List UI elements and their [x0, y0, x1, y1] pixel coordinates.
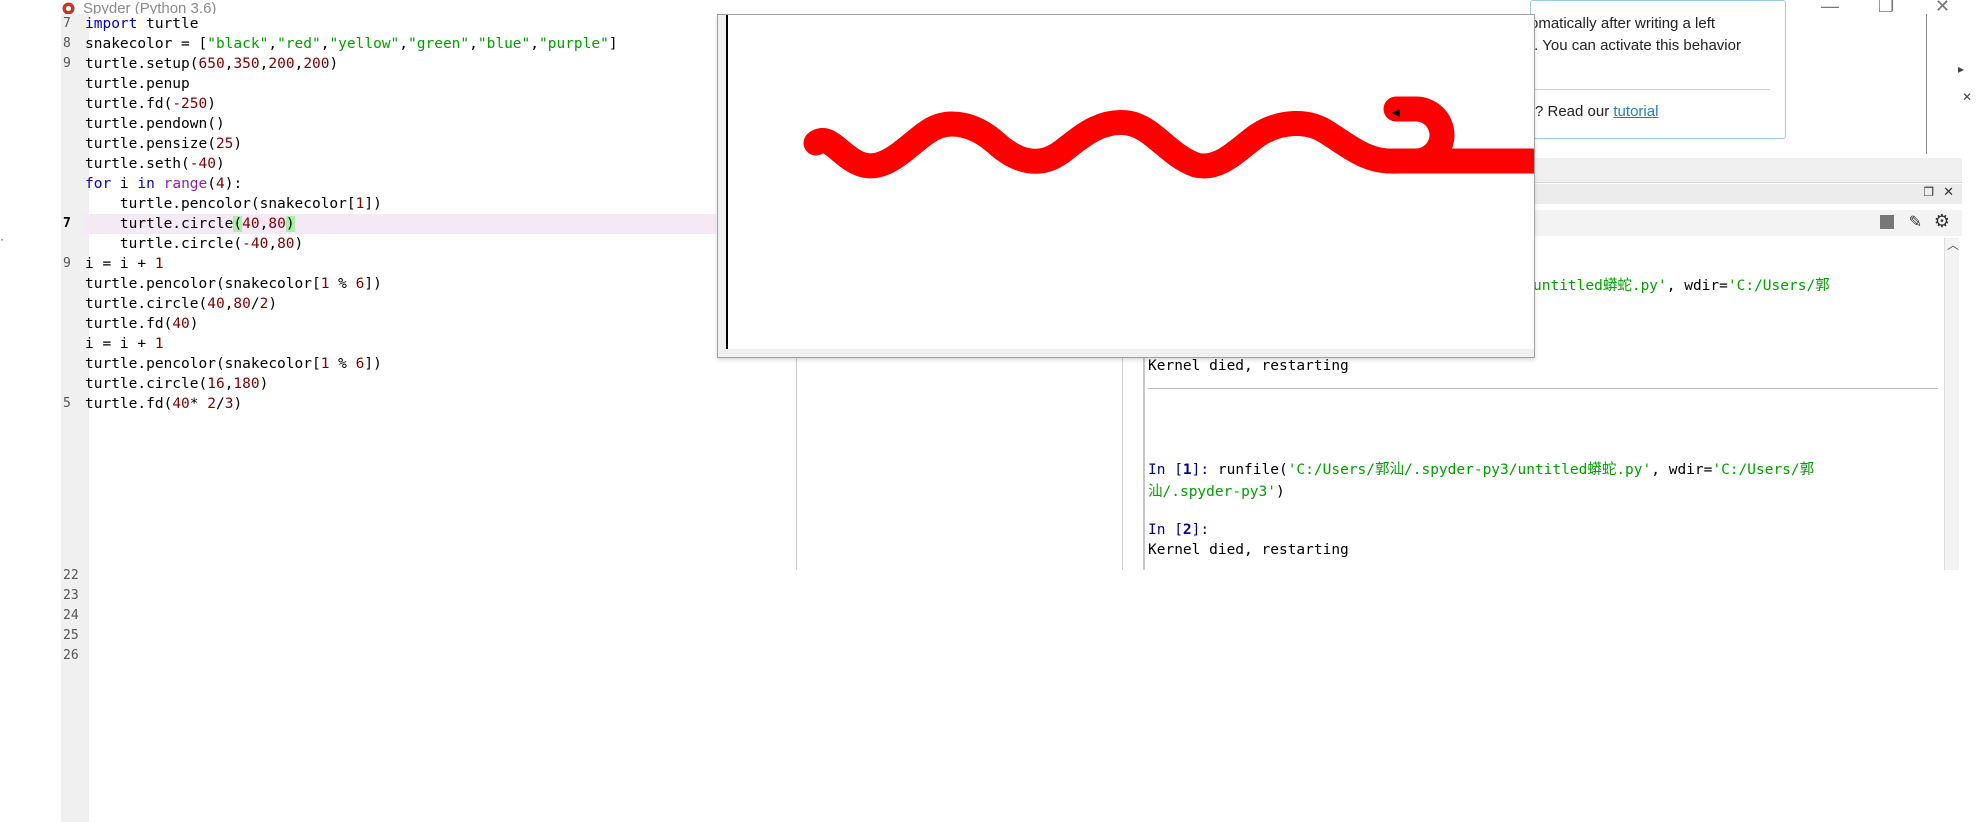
- restore-icon[interactable]: ❐: [1878, 0, 1894, 17]
- line-number: 5: [63, 396, 71, 411]
- console-line: In [2]:: [1148, 522, 1210, 538]
- code-line[interactable]: turtle.pencolor(snakecolor[1]): [85, 194, 382, 214]
- code-line[interactable]: i = i + 1: [85, 334, 164, 354]
- line-number: 26: [63, 648, 79, 663]
- code-line[interactable]: turtle.fd(40* 2/3): [85, 394, 242, 414]
- help-pane-border: [1926, 14, 1927, 154]
- line-number: 25: [63, 628, 79, 643]
- line-number: 8: [63, 36, 71, 51]
- help-text-line: omatically after writing a left: [1530, 15, 1716, 32]
- turtle-graphics-window[interactable]: [717, 14, 1581, 358]
- snake-drawing: [803, 96, 1581, 179]
- line-number: 22: [63, 568, 79, 583]
- line-number: 7: [63, 16, 71, 31]
- code-line[interactable]: for i in range(4):: [85, 174, 242, 194]
- snake-head: [1375, 96, 1455, 174]
- help-text-line: r? Read our tutorial: [1530, 103, 1659, 120]
- console-line: untitled蟒蛇.py', wdir='C:/Users/郭: [1533, 278, 1830, 294]
- code-line[interactable]: turtle.pencolor(snakecolor[1 % 6]): [85, 354, 382, 374]
- code-line[interactable]: turtle.pendown(): [85, 114, 225, 134]
- line-number: 24: [63, 608, 79, 623]
- tutorial-link[interactable]: tutorial: [1613, 103, 1658, 120]
- console-scrollbar[interactable]: ︿: [1944, 238, 1959, 570]
- code-line[interactable]: turtle.pensize(25): [85, 134, 242, 154]
- close-pane-icon[interactable]: ✕: [1962, 90, 1972, 104]
- line-number-current: 7: [63, 216, 71, 231]
- code-line[interactable]: i = i + 1: [85, 254, 164, 274]
- code-line[interactable]: turtle.circle(16,180): [85, 374, 268, 394]
- code-line[interactable]: turtle.circle(-40,80): [85, 234, 303, 254]
- pane-separator-bar: [1532, 158, 1962, 183]
- help-divider: [1530, 89, 1770, 90]
- code-line[interactable]: import turtle: [85, 14, 199, 34]
- gear-icon[interactable]: ⚙: [1934, 211, 1950, 232]
- console-toolbar: ✎ ⚙: [1532, 210, 1962, 236]
- line-number: 23: [63, 588, 79, 603]
- undock-icon[interactable]: ❐: [1923, 185, 1934, 199]
- margin-dot: ·: [0, 232, 4, 246]
- code-line[interactable]: turtle.seth(-40): [85, 154, 225, 174]
- code-line[interactable]: turtle.penup: [85, 74, 190, 94]
- console-title-bar: ❐ ✕: [1532, 184, 1962, 204]
- code-line[interactable]: turtle.circle(40,80/2): [85, 294, 277, 314]
- code-line[interactable]: turtle.setup(650,350,200,200): [85, 54, 338, 74]
- line-number: 9: [63, 56, 71, 71]
- console-line: In [1]: runfile('C:/Users/郭汕/.spyder-py3…: [1148, 462, 1815, 478]
- pane-splitter[interactable]: [1122, 340, 1123, 570]
- side-arrow-icon[interactable]: ▸: [1958, 62, 1964, 76]
- console-line: Kernel died, restarting: [1148, 542, 1349, 558]
- code-line[interactable]: turtle.fd(-250): [85, 94, 216, 114]
- close-icon[interactable]: ✕: [1935, 0, 1950, 17]
- console-separator: [1148, 388, 1938, 389]
- help-text-line: t. You can activate this behavior: [1530, 37, 1741, 54]
- minimize-icon[interactable]: —: [1821, 0, 1839, 17]
- eraser-icon[interactable]: ✎: [1909, 212, 1922, 232]
- code-line[interactable]: turtle.fd(40): [85, 314, 199, 334]
- stop-icon[interactable]: [1880, 215, 1894, 229]
- close-console-icon[interactable]: ✕: [1943, 184, 1954, 200]
- code-line[interactable]: snakecolor = ["black","red","yellow","gr…: [85, 34, 618, 54]
- turtle-canvas: [726, 15, 1581, 349]
- code-line[interactable]: turtle.pencolor(snakecolor[1 % 6]): [85, 274, 382, 294]
- code-line[interactable]: turtle.circle(40,80): [85, 214, 295, 234]
- console-line: 汕/.spyder-py3'): [1148, 484, 1285, 500]
- scroll-up-icon[interactable]: ︿: [1947, 236, 1959, 253]
- console-line: Kernel died, restarting: [1148, 358, 1349, 374]
- line-number: 9: [63, 256, 71, 271]
